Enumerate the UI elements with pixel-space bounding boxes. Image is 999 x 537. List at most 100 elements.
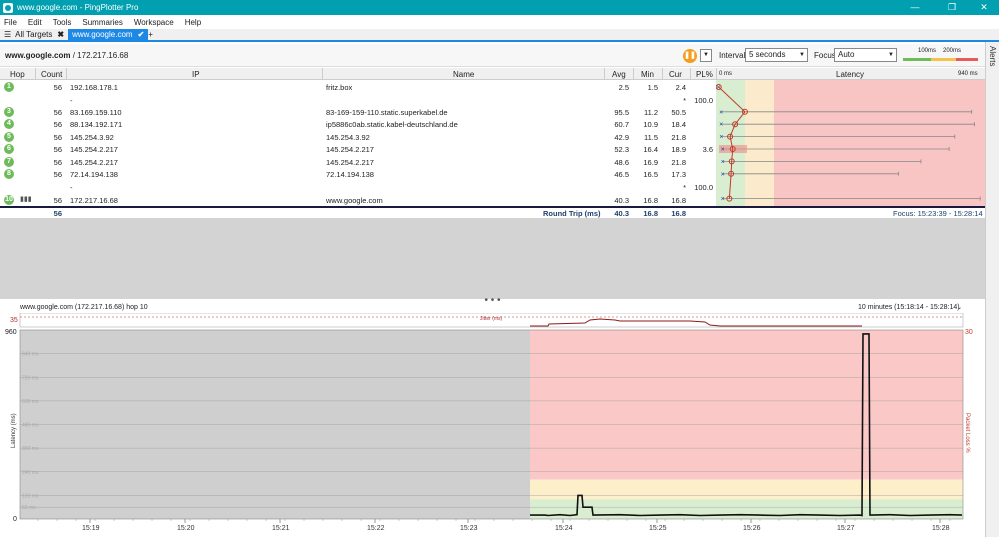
interval-select[interactable]: 5 seconds ▼: [745, 48, 808, 62]
hop-badge: 7: [4, 157, 14, 167]
menu-help[interactable]: Help: [185, 18, 201, 27]
focus-label: Focus: [814, 51, 836, 60]
alerts-panel[interactable]: Alerts: [985, 42, 999, 537]
x-tick-label: 15:20: [177, 525, 195, 532]
latency-zone-yellow: [745, 80, 774, 206]
maximize-button[interactable]: ❐: [937, 0, 967, 15]
hop-ip: 83.169.159.110: [70, 108, 122, 117]
summary-avg: 40.3: [614, 209, 629, 218]
col-avg[interactable]: Avg: [612, 70, 626, 79]
menu-summaries[interactable]: Summaries: [82, 18, 122, 27]
tab-all-targets-label: All Targets: [15, 30, 53, 39]
col-divider: [66, 68, 67, 80]
hop-count: 56: [53, 145, 62, 154]
hop-min: 10.9: [643, 120, 658, 129]
timeline-graph[interactable]: Jitter (ms) 35 840 ms 720 ms 600 ms 480 ms 360…: [0, 313, 985, 537]
close-button[interactable]: ✕: [969, 0, 999, 15]
col-pl[interactable]: PL%: [696, 70, 713, 79]
tab-google-label: www.google.com: [72, 30, 133, 39]
hop-count: 56: [53, 158, 62, 167]
hop-avg: 40.3: [614, 196, 629, 205]
summary-count: 56: [53, 209, 62, 218]
pause-dropdown-icon[interactable]: ▼: [700, 49, 712, 62]
round-trip-summary: 56 Round Trip (ms) 40.3 16.8 16.8 Focus:…: [0, 206, 985, 218]
hop-count: 56: [53, 170, 62, 179]
scale-200ms: 200ms: [943, 48, 962, 54]
min-latency-marker: ×: [721, 196, 725, 203]
y-tick-label: 60 ms: [22, 505, 36, 511]
summary-cur: 16.8: [671, 209, 686, 218]
hop-avg: 42.9: [614, 133, 629, 142]
hop-ip: -: [70, 96, 73, 105]
hop-min: 11.5: [643, 133, 658, 142]
add-tab-button[interactable]: +: [148, 30, 153, 39]
interval-label: Interval: [719, 51, 746, 60]
col-count[interactable]: Count: [41, 70, 62, 79]
hop-pl: 100.0: [694, 96, 713, 105]
hop-avg: 95.5: [614, 108, 629, 117]
latency-scale-legend: 100ms 200ms: [903, 48, 978, 62]
x-tick-label: 15:22: [367, 525, 385, 532]
col-ip[interactable]: IP: [192, 70, 200, 79]
menu-workspace[interactable]: Workspace: [134, 18, 174, 27]
timeline-title: www.google.com (172.217.16.68) hop 10: [20, 304, 148, 311]
y-tick-label: 240 ms: [22, 470, 39, 476]
min-latency-marker: ×: [719, 109, 723, 116]
hop-pl: 100.0: [694, 183, 713, 192]
scale-red: [956, 58, 978, 61]
col-min[interactable]: Min: [641, 70, 654, 79]
hop-name: 83-169-159-110.static.superkabel.de: [326, 108, 448, 117]
hop-count: 56: [53, 133, 62, 142]
col-divider: [716, 68, 717, 80]
min-latency-marker: ×: [721, 159, 725, 166]
col-name[interactable]: Name: [453, 70, 474, 79]
tab-google[interactable]: www.google.com ✔: [68, 28, 149, 41]
x-tick-label: 15:19: [82, 525, 100, 532]
scale-yellow: [931, 58, 956, 61]
hop-name: 145.254.3.92: [326, 133, 370, 142]
hop-ip: 72.14.194.138: [70, 170, 118, 179]
hop-ip: 145.254.2.217: [70, 158, 118, 167]
col-cur[interactable]: Cur: [669, 70, 682, 79]
packet-loss-axis-label: Packet Loss %: [964, 413, 970, 453]
menu-file[interactable]: File: [4, 18, 17, 27]
hop-badge: 5: [4, 132, 14, 142]
x-tick-label: 15:21: [272, 525, 290, 532]
min-latency-marker: ×: [719, 134, 723, 141]
timeline-range[interactable]: 10 minutes (15:18:14 - 15:28:14): [858, 304, 960, 311]
y-min-label: 0: [13, 516, 17, 523]
hop-ip: 145.254.3.92: [70, 133, 114, 142]
pause-button[interactable]: ❚❚: [683, 49, 697, 63]
col-hop[interactable]: Hop: [10, 70, 25, 79]
hop-cur: 21.8: [671, 133, 686, 142]
hop-cur: *: [683, 96, 686, 105]
chevron-down-icon[interactable]: ⌄: [957, 304, 962, 311]
minimize-button[interactable]: —: [900, 0, 930, 15]
min-latency-marker: ×: [721, 171, 725, 178]
hop-avg: 48.6: [614, 158, 629, 167]
hop-ip: 88.134.192.171: [70, 120, 123, 129]
scale-green: [903, 58, 931, 61]
tab-bar: ☰ All Targets ✖ www.google.com ✔ +: [0, 28, 999, 42]
hop-cur: 18.4: [671, 120, 686, 129]
hop-name: 145.254.2.217: [326, 145, 374, 154]
pingplotter-logo-icon: [3, 2, 13, 13]
hop-avg: 60.7: [614, 120, 629, 129]
y-tick-label: 600 ms: [22, 399, 39, 405]
hop-cur: 50.5: [671, 108, 686, 117]
hop-badge: 4: [4, 119, 14, 129]
menu-tools[interactable]: Tools: [53, 18, 72, 27]
hop-count: 56: [53, 120, 62, 129]
focus-select[interactable]: Auto ▼: [834, 48, 897, 62]
x-tick-label: 15:28: [932, 525, 950, 532]
summary-focus: Focus: 15:23:39 - 15:28:14: [893, 209, 983, 218]
close-tab-icon[interactable]: ✖: [57, 30, 64, 39]
x-tick-label: 15:26: [743, 525, 761, 532]
tab-all-targets[interactable]: ☰ All Targets ✖: [0, 29, 68, 41]
x-tick-label: 15:25: [649, 525, 667, 532]
hop-count: 56: [53, 196, 62, 205]
graph-bars-icon[interactable]: ▮▮▮: [20, 195, 32, 203]
hop-min: 16.9: [643, 158, 658, 167]
col-latency[interactable]: Latency: [836, 70, 864, 79]
menu-edit[interactable]: Edit: [28, 18, 42, 27]
